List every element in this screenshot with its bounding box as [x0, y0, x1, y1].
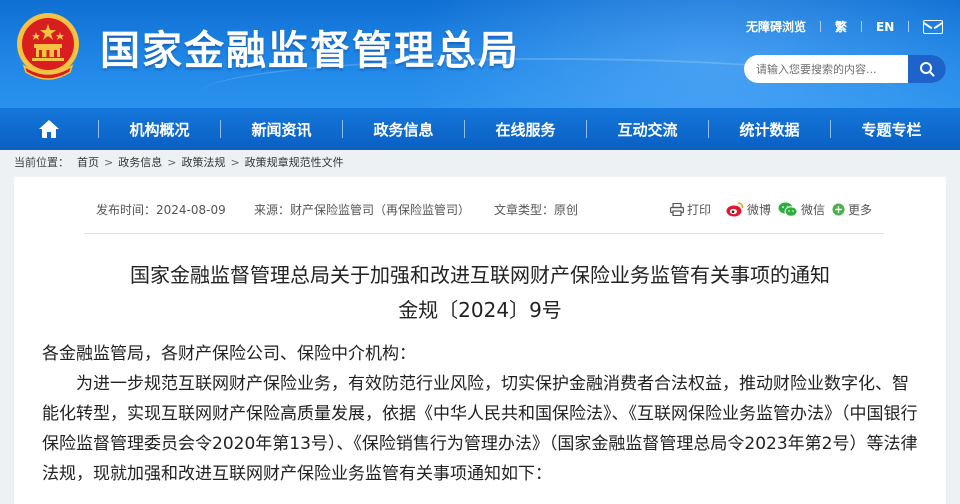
divider [908, 21, 910, 32]
article-body: 各金融监管局，各财产保险公司、保险中介机构： 为进一步规范互联网财产保险业务，有… [42, 339, 918, 489]
more-share-button[interactable]: 更多 [832, 201, 872, 218]
wechat-icon [778, 202, 798, 217]
meta-divider [84, 233, 884, 234]
nav-item-special-topics[interactable]: 专题专栏 [831, 108, 952, 150]
site-header: 国家金融监督管理总局 无障碍浏览 繁 EN [0, 0, 960, 108]
nav-item-interaction[interactable]: 互动交流 [587, 108, 708, 150]
print-button[interactable]: 打印 [670, 201, 711, 218]
nav-item-news[interactable]: 新闻资讯 [221, 108, 342, 150]
more-label: 更多 [848, 203, 873, 217]
search-button[interactable] [908, 55, 946, 83]
article-title: 国家金融监督管理总局关于加强和改进互联网财产保险业务监管有关事项的通知 [130, 263, 830, 287]
site-title[interactable]: 国家金融监督管理总局 [100, 18, 520, 76]
breadcrumb-home[interactable]: 首页 [77, 154, 99, 170]
printer-icon [670, 203, 684, 216]
nav-item-about[interactable]: 机构概况 [99, 108, 220, 150]
weibo-share-button[interactable]: 微博 [726, 201, 771, 218]
search-input[interactable] [744, 55, 908, 83]
breadcrumb-separator: > [230, 155, 240, 169]
divider [820, 21, 822, 32]
breadcrumb-current[interactable]: 政策规章规范性文件 [245, 154, 344, 170]
english-link[interactable]: EN [876, 20, 894, 34]
wechat-label: 微信 [801, 203, 826, 217]
accessibility-link[interactable]: 无障碍浏览 [746, 18, 806, 35]
national-emblem-icon[interactable] [14, 10, 82, 84]
breadcrumb-prefix: 当前位置： [14, 156, 69, 169]
salutation: 各金融监管局，各财产保险公司、保险中介机构： [42, 344, 416, 364]
body-paragraph: 为进一步规范互联网财产保险业务，有效防范行业风险，切实保护金融消费者合法权益，推… [42, 374, 918, 484]
article-meta: 发布时间：2024-08-09 来源：财产保险监管司（再保险监管司） 文章类型：… [14, 201, 946, 219]
nav-item-statistics[interactable]: 统计数据 [709, 108, 830, 150]
weibo-icon [726, 202, 744, 217]
breadcrumb-separator: > [104, 155, 114, 169]
home-icon [39, 120, 59, 138]
article-source: 来源：财产保险监管司（再保险监管司） [254, 203, 471, 217]
breadcrumb-separator: > [167, 155, 177, 169]
breadcrumb-policies[interactable]: 政策法规 [181, 154, 225, 170]
more-plus-icon [832, 203, 845, 216]
nav-item-online-services[interactable]: 在线服务 [465, 108, 586, 150]
search-box [744, 55, 946, 83]
document-number: 金规〔2024〕9号 [398, 298, 562, 322]
article-card: 发布时间：2024-08-09 来源：财产保险监管司（再保险监管司） 文章类型：… [14, 177, 946, 504]
publish-time: 发布时间：2024-08-09 [96, 203, 226, 217]
breadcrumb: 当前位置： 首页 > 政务信息 > 政策法规 > 政策规章规范性文件 [14, 153, 344, 171]
print-label: 打印 [687, 203, 712, 217]
mail-icon[interactable] [923, 19, 944, 34]
wechat-share-button[interactable]: 微信 [778, 201, 825, 218]
traditional-chinese-link[interactable]: 繁 [835, 18, 847, 35]
nav-home[interactable] [0, 108, 98, 150]
nav-item-government-info[interactable]: 政务信息 [343, 108, 464, 150]
top-links: 无障碍浏览 繁 EN [746, 18, 944, 35]
search-icon [920, 62, 935, 77]
breadcrumb-government-info[interactable]: 政务信息 [118, 154, 162, 170]
divider [861, 21, 863, 32]
weibo-label: 微博 [747, 203, 772, 217]
article-type: 文章类型：原创 [494, 203, 579, 217]
main-nav: 机构概况 新闻资讯 政务信息 在线服务 互动交流 统计数据 专题专栏 [0, 108, 960, 150]
